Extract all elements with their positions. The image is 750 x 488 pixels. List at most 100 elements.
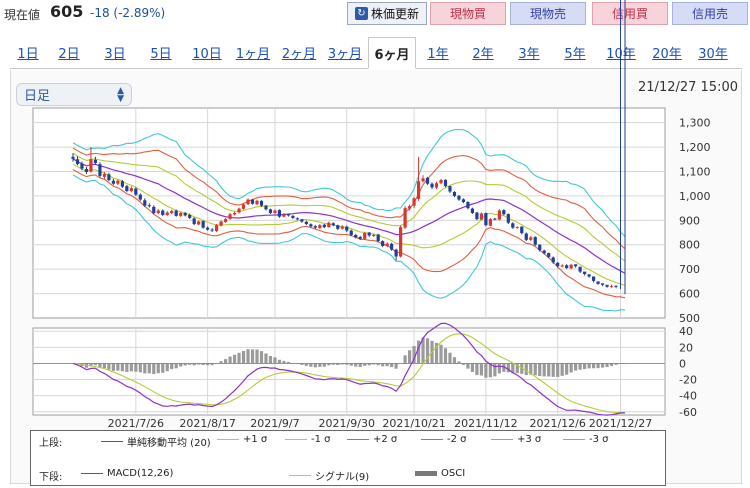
candle-body	[138, 194, 142, 200]
candle-body	[502, 210, 506, 215]
legend-lower-item: OSCI	[415, 468, 465, 479]
candle-body	[376, 234, 380, 242]
legend-swatch	[347, 439, 369, 440]
osci-bar	[165, 363, 169, 372]
candle-body	[210, 229, 214, 231]
osci-bar	[161, 363, 165, 373]
candle-body	[259, 200, 264, 206]
price-tick-label: 600	[679, 288, 700, 301]
candle-body	[143, 200, 147, 206]
osci-bar	[403, 355, 407, 364]
osci-bar	[569, 363, 573, 373]
osci-bar	[156, 363, 160, 374]
candle-body	[358, 236, 362, 239]
osci-bar	[385, 363, 389, 367]
osci-bar	[129, 363, 133, 372]
price-plot-area	[32, 107, 666, 319]
candle-body	[363, 233, 367, 239]
candle-body	[416, 181, 421, 199]
candle-body	[120, 181, 124, 187]
candle-body	[470, 208, 475, 213]
candle-body	[246, 199, 250, 205]
macd-tick-label: 40	[679, 325, 693, 338]
candle-body	[80, 163, 84, 169]
osci-bar	[277, 359, 282, 364]
osci-bar	[565, 363, 569, 375]
candle-body	[556, 262, 560, 267]
candle-body	[452, 192, 457, 196]
osci-bar	[354, 363, 358, 367]
osci-bar	[497, 363, 501, 374]
osci-bar	[147, 363, 151, 374]
candle-body	[318, 225, 322, 229]
x-tick-label: 2021/10/21	[382, 417, 445, 430]
candle-body	[412, 198, 416, 206]
osci-bar	[134, 363, 138, 372]
osci-bar	[484, 363, 488, 378]
candle-body	[407, 206, 412, 209]
candle-body	[300, 219, 304, 222]
candle-body	[565, 265, 569, 268]
osci-bar	[533, 363, 537, 376]
legend-swatch	[101, 441, 123, 442]
candle-body	[152, 206, 156, 213]
candle-body	[430, 183, 434, 188]
osci-bar	[452, 357, 457, 364]
legend-swatch	[491, 439, 513, 440]
candle-body	[605, 284, 609, 287]
candle-body	[295, 218, 299, 220]
osci-bar	[318, 363, 322, 367]
legend-lower-title: 下段:	[39, 472, 63, 483]
candle-body	[71, 156, 75, 159]
x-tick-label: 2021/12/27	[589, 417, 652, 430]
candle-body	[439, 180, 443, 184]
x-tick-label: 2021/12/6	[529, 417, 585, 430]
candle-body	[156, 210, 160, 213]
candle-body	[268, 209, 273, 213]
candle-body	[484, 213, 488, 226]
candle-body	[609, 286, 614, 288]
osci-bar	[578, 363, 582, 370]
legend-swatch	[81, 473, 103, 474]
legend-upper-title: 上段:	[39, 438, 63, 449]
candle-body	[434, 183, 439, 188]
legend-swatch	[415, 471, 437, 476]
candle-body	[578, 266, 582, 272]
osci-bar	[506, 363, 510, 373]
legend-lower-item: シグナル(9)	[289, 468, 369, 483]
legend-label: OSCI	[441, 468, 466, 479]
candle-body	[390, 243, 394, 250]
candle-body	[111, 180, 115, 184]
candle-body	[538, 244, 542, 251]
candle-body	[403, 208, 407, 228]
price-tick-label: 1,200	[679, 141, 711, 154]
osci-bar	[223, 359, 228, 364]
x-tick-label: 2021/9/7	[250, 417, 299, 430]
candle-body	[291, 215, 295, 218]
candle-body	[179, 213, 183, 216]
legend-lower-item: MACD(12,26)	[81, 468, 173, 479]
candle-body	[583, 271, 587, 275]
candle-body	[461, 199, 466, 203]
candle-body	[349, 230, 353, 235]
osci-bar	[538, 363, 542, 377]
candle-body	[309, 224, 313, 227]
osci-bar	[390, 363, 394, 368]
osci-bar	[143, 363, 147, 374]
legend-upper-item: -1 σ	[285, 434, 331, 445]
legend-upper-item: -3 σ	[563, 434, 609, 445]
candle-body	[98, 164, 102, 176]
candle-body	[443, 179, 448, 187]
candle-body	[367, 232, 371, 236]
candle-body	[457, 195, 461, 200]
legend-upper-item: -2 σ	[421, 434, 467, 445]
legend-swatch	[563, 439, 585, 440]
osci-bar	[407, 350, 412, 364]
candle-body	[75, 159, 80, 165]
candle-body	[515, 227, 519, 229]
stock-chart: 500 600 700 800 900 1,000 1,100 1,200 1,300 -60 -4…	[32, 0, 711, 430]
price-tick-label: 900	[679, 214, 700, 227]
legend-label: 単純移動平均 (20)	[127, 438, 211, 449]
osci-bar	[466, 363, 470, 369]
candle-body	[488, 219, 492, 226]
